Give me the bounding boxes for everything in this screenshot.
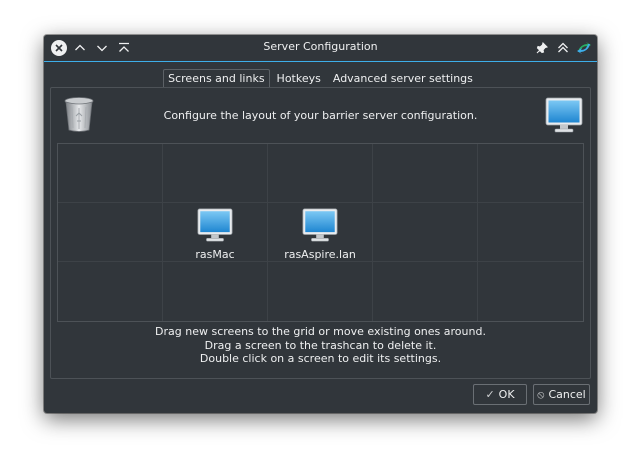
grid-cell-screen[interactable]: rasMac bbox=[163, 203, 268, 262]
grid-cell[interactable] bbox=[163, 262, 268, 321]
cancel-button[interactable]: ⦸ Cancel bbox=[533, 384, 590, 405]
grid-cell[interactable] bbox=[373, 203, 478, 262]
monitor-icon bbox=[197, 208, 233, 242]
grid-cell[interactable] bbox=[163, 144, 268, 203]
screen-rasmac[interactable]: rasMac bbox=[163, 206, 267, 261]
screen-label: rasAspire.lan bbox=[284, 248, 356, 261]
titlebar: Server Configuration bbox=[44, 35, 597, 62]
keep-above-icon bbox=[558, 42, 568, 53]
screen-rasaspire-lan[interactable]: rasAspire.lan bbox=[268, 206, 372, 261]
instruction-line: Drag a screen to the trashcan to delete … bbox=[204, 338, 437, 352]
grid-cell[interactable] bbox=[373, 262, 478, 321]
app-menu-button[interactable] bbox=[574, 38, 594, 58]
grid-cell[interactable] bbox=[478, 262, 583, 321]
grid-cell[interactable] bbox=[478, 203, 583, 262]
new-screen-source[interactable] bbox=[544, 95, 584, 135]
keep-above-button[interactable] bbox=[553, 38, 573, 58]
screen-layout-grid[interactable]: rasMac rasAspire.lan bbox=[57, 143, 584, 322]
barrier-app-icon bbox=[577, 42, 591, 54]
ok-button[interactable]: ✓ OK bbox=[473, 384, 527, 405]
tab-bar: Screens and links Hotkeys Advanced serve… bbox=[44, 69, 597, 88]
grid-cell[interactable] bbox=[268, 144, 373, 203]
grid-cell[interactable] bbox=[268, 262, 373, 321]
screen-label: rasMac bbox=[195, 248, 235, 261]
grid-cell[interactable] bbox=[58, 203, 163, 262]
server-configuration-dialog: Server Configuration Screens and links H… bbox=[44, 35, 597, 413]
tab-hotkeys[interactable]: Hotkeys bbox=[272, 69, 326, 88]
checkmark-icon: ✓ bbox=[485, 388, 495, 401]
grid-cell[interactable] bbox=[478, 144, 583, 203]
ok-label: OK bbox=[498, 388, 515, 401]
instruction-line: Double click on a screen to edit its set… bbox=[199, 352, 442, 365]
grid-cell[interactable] bbox=[58, 262, 163, 321]
pin-button[interactable] bbox=[532, 38, 552, 58]
layout-header-text: Configure the layout of your barrier ser… bbox=[163, 109, 478, 122]
cancel-label: Cancel bbox=[548, 388, 586, 401]
grid-cell[interactable] bbox=[58, 144, 163, 203]
monitor-icon bbox=[545, 97, 583, 133]
tab-advanced-server-settings[interactable]: Advanced server settings bbox=[328, 69, 478, 88]
pin-icon bbox=[536, 42, 548, 54]
window-title: Server Configuration bbox=[263, 40, 378, 53]
screens-and-links-panel: Configure the layout of your barrier ser… bbox=[50, 87, 591, 379]
instruction-line: Drag new screens to the grid or move exi… bbox=[155, 325, 486, 338]
monitor-icon bbox=[302, 208, 338, 242]
instructions: Drag new screens to the grid or move exi… bbox=[51, 325, 590, 366]
grid-cell-screen[interactable]: rasAspire.lan bbox=[268, 203, 373, 262]
cancel-icon: ⦸ bbox=[537, 387, 545, 401]
tab-screens-and-links[interactable]: Screens and links bbox=[163, 69, 270, 88]
grid-cell[interactable] bbox=[373, 144, 478, 203]
